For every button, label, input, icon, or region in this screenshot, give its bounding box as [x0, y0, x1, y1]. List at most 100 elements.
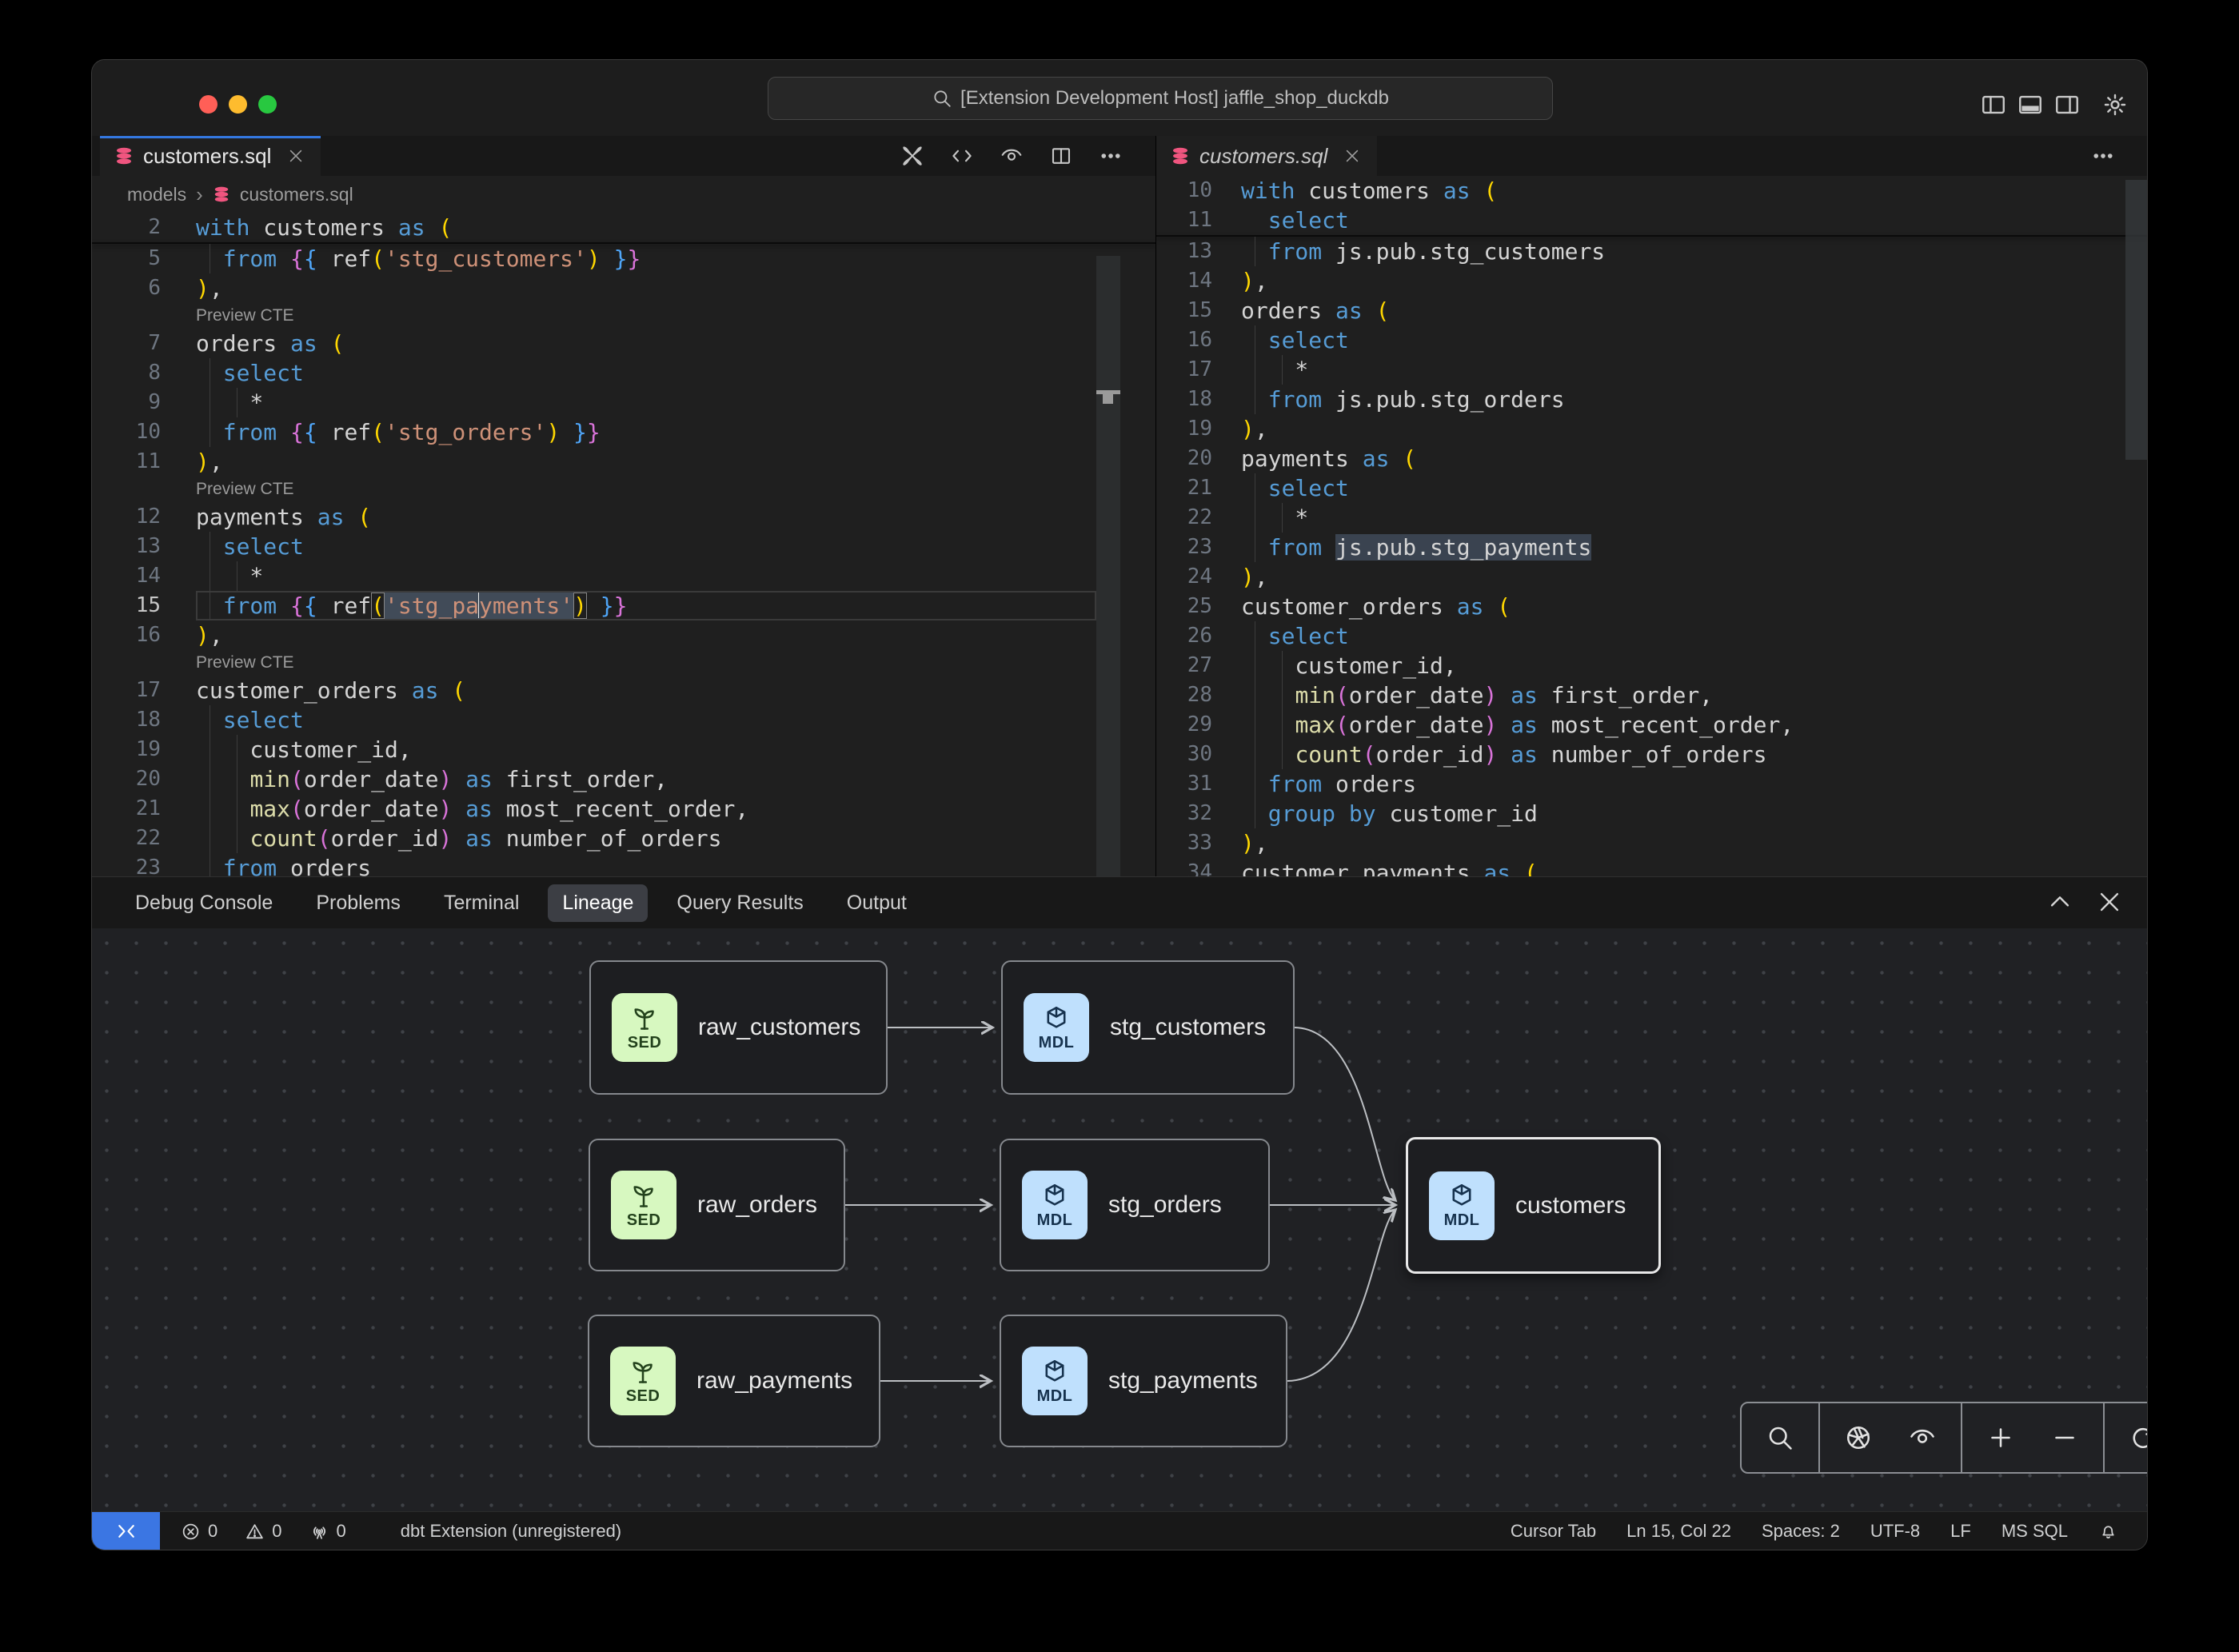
codelens-preview-cte[interactable]: Preview CTE [92, 650, 1155, 676]
panel-tab-lineage[interactable]: Lineage [548, 884, 648, 922]
aperture-icon[interactable] [1844, 1423, 1873, 1452]
zoom-window-button[interactable] [258, 95, 277, 114]
code-line-29[interactable]: 29 max(order_date) as most_recent_order, [1156, 710, 2147, 740]
status-lf[interactable]: LF [1950, 1521, 1971, 1542]
more-actions-icon[interactable] [1098, 143, 1123, 169]
code-line-20[interactable]: 20 min(order_date) as first_order, [92, 764, 1155, 794]
editor-right-scrollbar[interactable] [2125, 180, 2147, 460]
code-line-32[interactable]: 32 group by customer_id [1156, 799, 2147, 828]
status-bell-icon[interactable] [2098, 1522, 2118, 1542]
breadcrumb[interactable]: models › customers.sql [92, 176, 1155, 213]
code-line-25[interactable]: 25customer_orders as ( [1156, 592, 2147, 621]
code-line-13[interactable]: 13 select [92, 532, 1155, 561]
code-line-22[interactable]: 22 * [1156, 503, 2147, 533]
panel-tab-output[interactable]: Output [832, 884, 921, 922]
code-line-26[interactable]: 26 select [1156, 621, 2147, 651]
maximize-panel-icon[interactable] [2046, 888, 2073, 916]
lineage-canvas[interactable]: SED raw_customers MDL stg_customers SED … [92, 928, 2147, 1512]
codelens-preview-cte[interactable]: Preview CTE [92, 303, 1155, 329]
code-line-22[interactable]: 22 count(order_id) as number_of_orders [92, 824, 1155, 853]
codelens-preview-cte[interactable]: Preview CTE [92, 477, 1155, 502]
close-panel-icon[interactable] [2096, 888, 2123, 916]
code-line-5[interactable]: 5 from {{ ref('stg_customers') }} [92, 244, 1155, 273]
close-tab-icon[interactable] [287, 147, 305, 165]
code-line-10[interactable]: 10 from {{ ref('stg_orders') }} [92, 417, 1155, 447]
status-dbt-mark-icon[interactable]: dbt Extension (unregistered) [373, 1521, 621, 1542]
command-center-search[interactable]: [Extension Development Host] jaffle_shop… [768, 77, 1553, 120]
panel-tab-problems[interactable]: Problems [301, 884, 415, 922]
more-actions-icon[interactable] [2090, 143, 2116, 169]
preview-eye-icon[interactable] [999, 143, 1024, 169]
close-tab-icon[interactable] [1343, 147, 1361, 165]
tab-customers-sql-right[interactable]: customers.sql [1156, 136, 1377, 176]
code-line-13[interactable]: 13 from js.pub.stg_customers [1156, 237, 2147, 266]
status-cursor-tab[interactable]: Cursor Tab [1511, 1521, 1596, 1542]
code-line-28[interactable]: 28 min(order_date) as first_order, [1156, 680, 2147, 710]
lineage-node-stg_payments[interactable]: MDL stg_payments [1000, 1315, 1287, 1447]
code-line-33[interactable]: 33), [1156, 828, 2147, 858]
code-line-8[interactable]: 8 select [92, 358, 1155, 388]
compile-code-icon[interactable] [949, 143, 975, 169]
editor-right-code[interactable]: 10with customers as (11 select13 from js… [1156, 176, 2147, 876]
remote-indicator[interactable] [92, 1512, 160, 1550]
eye-icon[interactable] [1908, 1423, 1937, 1452]
code-line-19[interactable]: 19 customer_id, [92, 735, 1155, 764]
code-line-9[interactable]: 9 * [92, 388, 1155, 417]
code-line-18[interactable]: 18 from js.pub.stg_orders [1156, 385, 2147, 414]
editor-left-code[interactable]: 2with customers as (5 from {{ ref('stg_c… [92, 213, 1155, 876]
zoom-out-icon[interactable] [2050, 1423, 2079, 1452]
status-ln-15-col-22[interactable]: Ln 15, Col 22 [1626, 1521, 1731, 1542]
code-line-17[interactable]: 17 * [1156, 355, 2147, 385]
code-line-7[interactable]: 7orders as ( [92, 329, 1155, 358]
toggle-secondary-sidebar-icon[interactable] [2053, 90, 2081, 119]
code-line-16[interactable]: 16 select [1156, 325, 2147, 355]
close-window-button[interactable] [199, 95, 218, 114]
lineage-node-raw_payments[interactable]: SED raw_payments [588, 1315, 880, 1447]
status-warning-icon[interactable]: 0 [245, 1521, 281, 1542]
code-line-21[interactable]: 21 select [1156, 473, 2147, 503]
status-radio-tower-icon[interactable]: 0 [309, 1521, 346, 1542]
refresh-icon[interactable] [2129, 1423, 2147, 1452]
lineage-node-raw_customers[interactable]: SED raw_customers [589, 960, 888, 1095]
editor-left-scrollbar[interactable] [1096, 256, 1120, 876]
code-line-16[interactable]: 16), [92, 620, 1155, 650]
settings-gear-icon[interactable] [2101, 90, 2129, 119]
code-line-19[interactable]: 19), [1156, 414, 2147, 444]
status-ms-sql[interactable]: MS SQL [2002, 1521, 2068, 1542]
code-line-31[interactable]: 31 from orders [1156, 769, 2147, 799]
dbt-mark-icon[interactable] [900, 143, 925, 169]
lineage-node-stg_customers[interactable]: MDL stg_customers [1001, 960, 1295, 1095]
tab-customers-sql-left[interactable]: customers.sql [100, 136, 321, 176]
lineage-node-raw_orders[interactable]: SED raw_orders [589, 1139, 845, 1271]
search-icon[interactable] [1766, 1423, 1794, 1452]
code-line-14[interactable]: 14), [1156, 266, 2147, 296]
code-line-30[interactable]: 30 count(order_id) as number_of_orders [1156, 740, 2147, 769]
code-line-21[interactable]: 21 max(order_date) as most_recent_order, [92, 794, 1155, 824]
code-line-10[interactable]: 10with customers as ( [1156, 176, 2147, 206]
zoom-in-icon[interactable] [1986, 1423, 2015, 1452]
code-line-18[interactable]: 18 select [92, 705, 1155, 735]
toggle-panel-icon[interactable] [2016, 90, 2045, 119]
code-line-17[interactable]: 17customer_orders as ( [92, 676, 1155, 705]
code-line-2[interactable]: 2with customers as ( [92, 213, 1155, 242]
code-line-27[interactable]: 27 customer_id, [1156, 651, 2147, 680]
code-line-20[interactable]: 20payments as ( [1156, 444, 2147, 473]
code-line-11[interactable]: 11), [92, 447, 1155, 477]
code-line-6[interactable]: 6), [92, 273, 1155, 303]
breadcrumb-folder[interactable]: models [127, 184, 186, 206]
code-line-15[interactable]: 15orders as ( [1156, 296, 2147, 325]
code-line-23[interactable]: 23 from orders [92, 853, 1155, 876]
minimize-window-button[interactable] [229, 95, 247, 114]
toggle-primary-sidebar-icon[interactable] [1979, 90, 2008, 119]
status-error-icon[interactable]: 0 [181, 1521, 218, 1542]
status-utf-8[interactable]: UTF-8 [1870, 1521, 1920, 1542]
status-spaces-2[interactable]: Spaces: 2 [1762, 1521, 1840, 1542]
lineage-node-stg_orders[interactable]: MDL stg_orders [1000, 1139, 1270, 1271]
code-line-11[interactable]: 11 select [1156, 206, 2147, 235]
breadcrumb-file[interactable]: customers.sql [240, 184, 353, 206]
split-editor-icon[interactable] [1048, 143, 1074, 169]
panel-tab-debug-console[interactable]: Debug Console [121, 884, 287, 922]
code-line-12[interactable]: 12payments as ( [92, 502, 1155, 532]
panel-tab-terminal[interactable]: Terminal [429, 884, 533, 922]
code-line-34[interactable]: 34customer_payments as ( [1156, 858, 2147, 876]
